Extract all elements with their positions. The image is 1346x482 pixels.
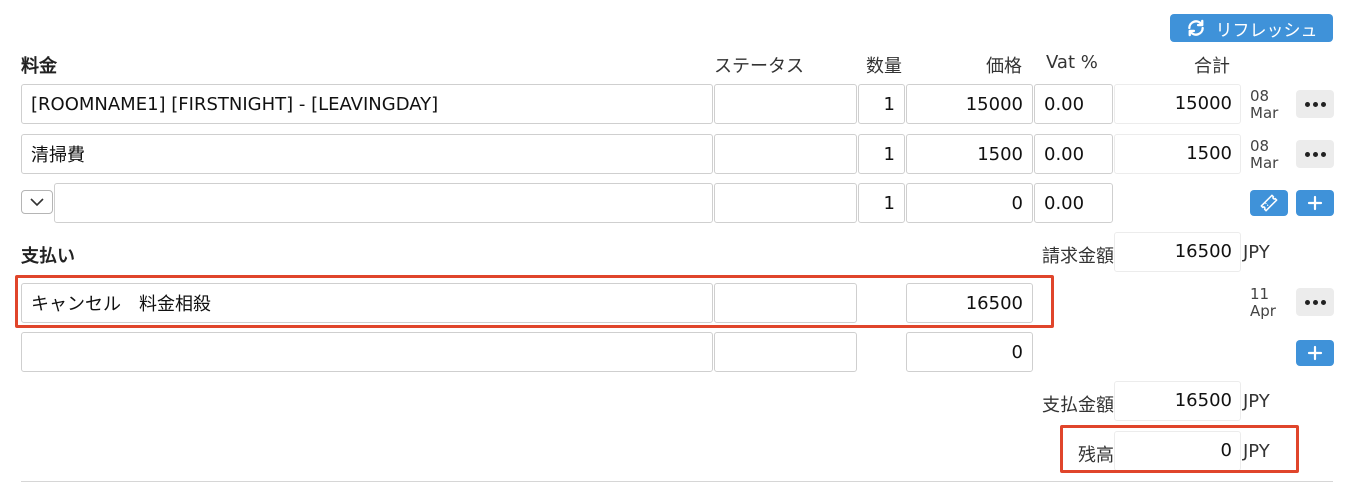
payment-description-input[interactable] [21, 283, 713, 323]
paid-total-amount: 16500 [1114, 381, 1241, 421]
charge-date: 08 Mar [1250, 138, 1278, 172]
payments-section-title: 支払い [21, 246, 75, 267]
plus-icon [1307, 345, 1323, 361]
ellipsis-icon [1304, 151, 1310, 157]
date-month: Mar [1250, 104, 1279, 122]
charge-total: 15000 [1114, 84, 1241, 124]
date-day: 08 [1250, 137, 1270, 155]
ellipsis-icon [1304, 299, 1310, 305]
new-charge-price-input[interactable] [906, 183, 1033, 223]
ellipsis-dot [1312, 151, 1318, 157]
payment-amount-input[interactable] [906, 283, 1033, 323]
date-month: Mar [1250, 154, 1279, 172]
voucher-button[interactable] [1250, 190, 1288, 216]
more-options-button[interactable] [1296, 90, 1334, 118]
charge-date: 08 Mar [1250, 88, 1278, 122]
refresh-label: リフレッシュ [1215, 20, 1318, 40]
ellipsis-dot [1312, 299, 1318, 305]
ellipsis-dot [1312, 101, 1318, 107]
ellipsis-dot [1320, 299, 1326, 305]
invoice-total-label: 請求金額 [1042, 246, 1114, 267]
plus-icon [1307, 195, 1323, 211]
charge-qty-input[interactable] [858, 134, 905, 174]
more-options-button[interactable] [1296, 140, 1334, 168]
ellipsis-dot [1320, 151, 1326, 157]
charge-price-input[interactable] [906, 84, 1033, 124]
refresh-icon [1187, 19, 1204, 37]
ellipsis-icon [1304, 101, 1310, 107]
charges-section-title: 料金 [21, 56, 57, 77]
paid-currency: JPY [1243, 391, 1270, 412]
paid-total-label: 支払金額 [1042, 395, 1114, 416]
charge-description-input[interactable] [21, 84, 713, 124]
balance-currency: JPY [1243, 441, 1270, 462]
payment-status-input[interactable] [714, 283, 857, 323]
date-day: 08 [1250, 87, 1270, 105]
balance-label: 残高 [1078, 445, 1114, 466]
total-column-header: 合計 [1194, 56, 1230, 77]
balance-amount: 0 [1114, 431, 1241, 471]
charge-type-dropdown[interactable] [21, 190, 53, 214]
payment-date: 11 Apr [1250, 286, 1276, 320]
new-charge-status-input[interactable] [714, 183, 857, 223]
add-payment-button[interactable] [1296, 340, 1334, 366]
price-column-header: 価格 [986, 56, 1022, 77]
chevron-down-icon [30, 198, 44, 207]
charge-price-input[interactable] [906, 134, 1033, 174]
add-charge-button[interactable] [1296, 190, 1334, 216]
charge-description-input[interactable] [21, 134, 713, 174]
charge-status-input[interactable] [714, 134, 857, 174]
invoice-total-amount: 16500 [1114, 232, 1241, 272]
ticket-icon [1260, 194, 1278, 212]
charge-total: 1500 [1114, 134, 1241, 174]
refresh-button[interactable]: リフレッシュ [1170, 14, 1333, 42]
date-day: 11 [1250, 285, 1270, 303]
new-payment-status-input[interactable] [714, 332, 857, 372]
new-charge-description-input[interactable] [54, 183, 713, 223]
new-payment-amount-input[interactable] [906, 332, 1033, 372]
charge-vat-input[interactable] [1034, 84, 1113, 124]
charge-vat-input[interactable] [1034, 134, 1113, 174]
new-payment-description-input[interactable] [21, 332, 713, 372]
charge-status-input[interactable] [714, 84, 857, 124]
status-column-header: ステータス [714, 56, 804, 77]
vat-column-header: Vat % [1046, 52, 1098, 73]
charge-qty-input[interactable] [858, 84, 905, 124]
date-month: Apr [1250, 302, 1276, 320]
new-charge-qty-input[interactable] [858, 183, 905, 223]
more-options-button[interactable] [1296, 288, 1334, 316]
qty-column-header: 数量 [866, 56, 902, 77]
invoice-currency: JPY [1243, 242, 1270, 263]
new-charge-vat-input[interactable] [1034, 183, 1113, 223]
ellipsis-dot [1320, 101, 1326, 107]
